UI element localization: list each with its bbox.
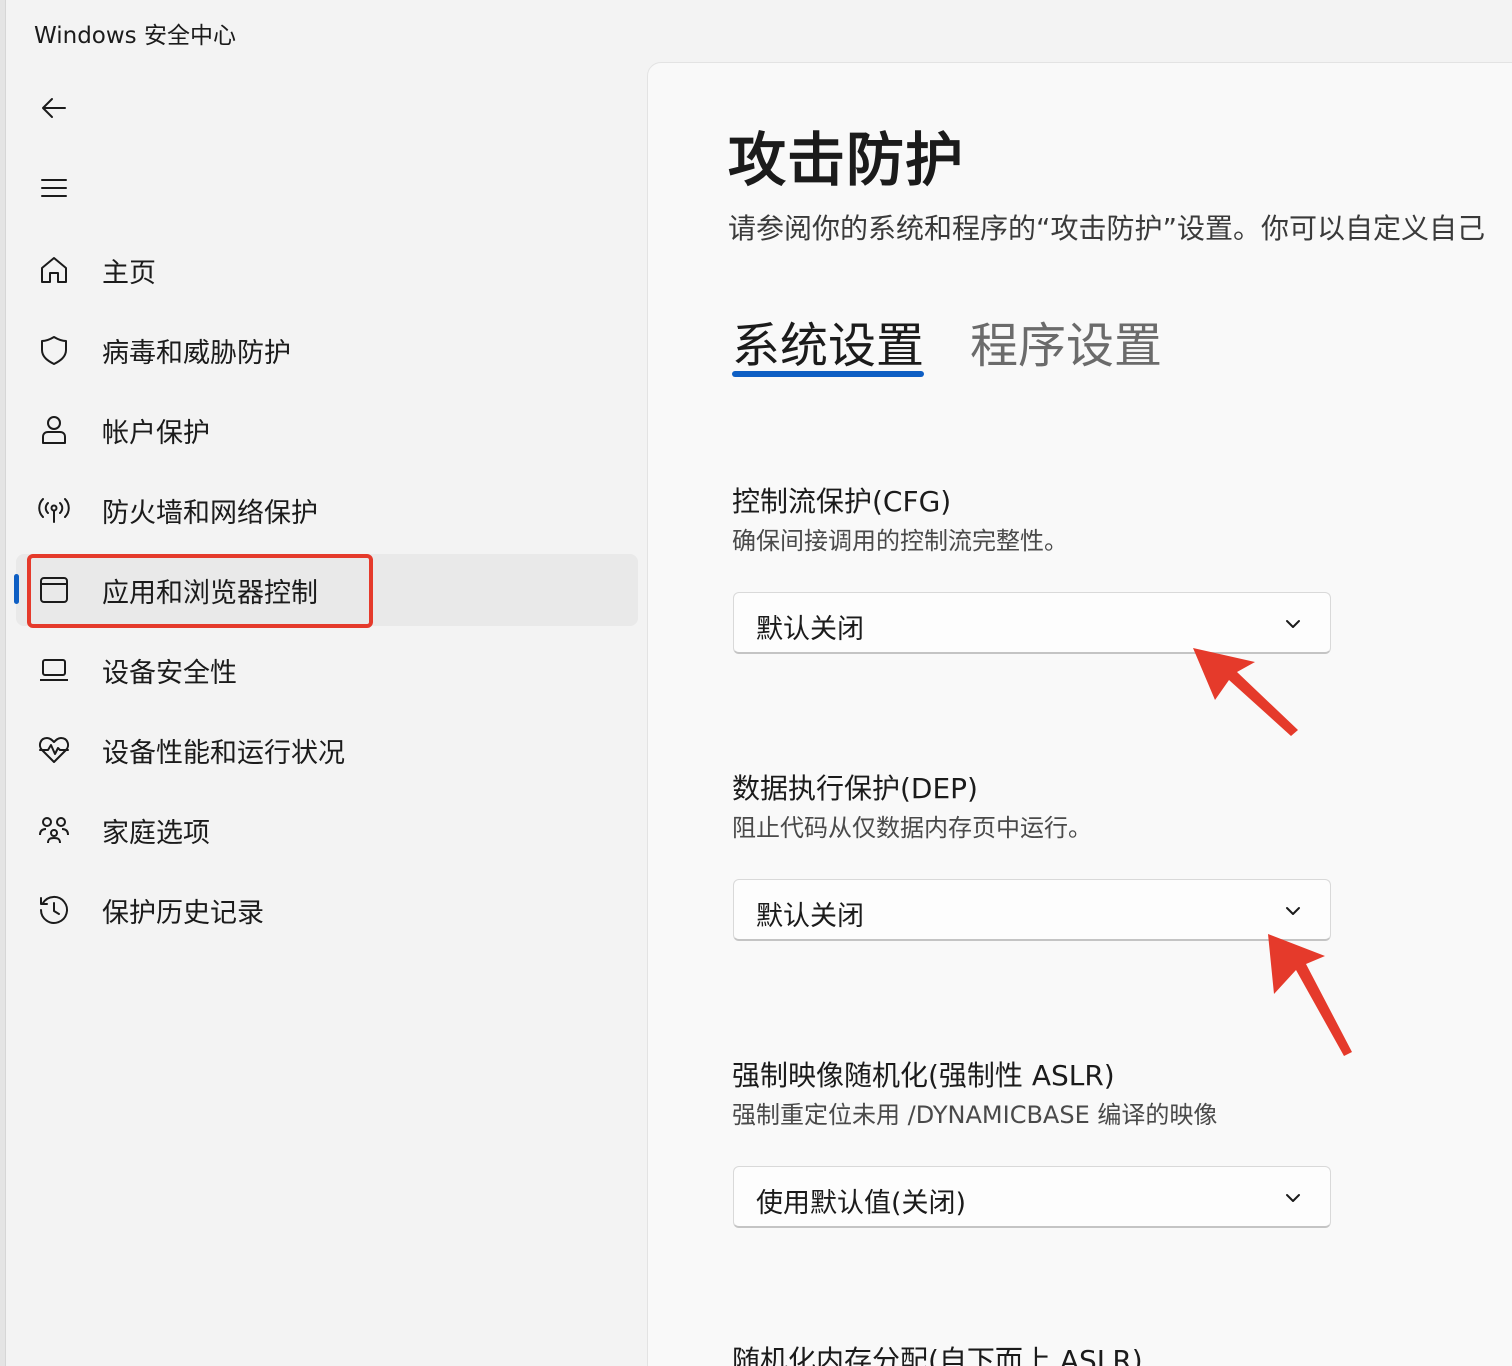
main-content-panel: 攻击防护 请参阅你的系统和程序的“攻击防护”设置。你可以自定义自己 系统设置 程… xyxy=(647,62,1512,1366)
sidebar-item-home[interactable]: 主页 xyxy=(16,234,638,306)
sidebar-item-device-security[interactable]: 设备安全性 xyxy=(16,634,638,706)
home-icon xyxy=(36,252,72,288)
back-button[interactable] xyxy=(34,88,74,128)
sidebar-item-label: 主页 xyxy=(102,257,156,289)
setting-description-cfg: 确保间接调用的控制流完整性。 xyxy=(732,527,1068,555)
sidebar-item-account-protection[interactable]: 帐户保护 xyxy=(16,394,638,466)
setting-title-cfg: 控制流保护(CFG) xyxy=(732,485,952,518)
sidebar-item-label: 家庭选项 xyxy=(102,817,210,849)
sidebar-item-protection-history[interactable]: 保护历史记录 xyxy=(16,874,638,946)
hamburger-menu-icon xyxy=(41,179,67,197)
dropdown-value: 使用默认值(关闭) xyxy=(756,1188,967,1219)
dropdown-value: 默认关闭 xyxy=(756,901,864,932)
sidebar-item-label: 设备性能和运行状况 xyxy=(102,737,345,769)
family-icon xyxy=(36,812,72,848)
tab-system-settings[interactable]: 系统设置 xyxy=(732,306,924,376)
setting-title-dep: 数据执行保护(DEP) xyxy=(732,772,978,805)
heart-pulse-icon xyxy=(36,732,72,768)
app-title: Windows 安全中心 xyxy=(34,23,236,49)
chevron-down-icon xyxy=(1286,1194,1300,1202)
sidebar-item-label: 保护历史记录 xyxy=(102,897,264,929)
sidebar-item-label: 防火墙和网络保护 xyxy=(102,497,318,529)
dropdown-value: 默认关闭 xyxy=(756,614,864,645)
sidebar-item-label: 病毒和威胁防护 xyxy=(102,337,291,369)
page-title: 攻击防护 xyxy=(728,126,965,194)
chevron-down-icon xyxy=(1286,620,1300,628)
sidebar-item-family-options[interactable]: 家庭选项 xyxy=(16,794,638,866)
sidebar-item-virus-protection[interactable]: 病毒和威胁防护 xyxy=(16,314,638,386)
history-icon xyxy=(36,892,72,928)
page-description: 请参阅你的系统和程序的“攻击防护”设置。你可以自定义自己 xyxy=(728,212,1486,245)
window-left-edge xyxy=(0,0,6,1366)
back-arrow-icon xyxy=(42,98,66,118)
sidebar-item-firewall[interactable]: 防火墙和网络保护 xyxy=(16,474,638,546)
annotation-arrow-2 xyxy=(1268,934,1352,1056)
active-tab-underline xyxy=(732,371,924,377)
selection-indicator xyxy=(14,574,19,604)
setting-description-dep: 阻止代码从仅数据内存页中运行。 xyxy=(732,814,1092,842)
sidebar-item-label: 帐户保护 xyxy=(102,417,210,449)
laptop-icon xyxy=(36,652,72,688)
annotation-highlight-box xyxy=(27,554,373,628)
setting-title-mandatory-aslr: 强制映像随机化(强制性 ASLR) xyxy=(732,1059,1115,1092)
dep-dropdown[interactable]: 默认关闭 xyxy=(733,879,1331,941)
tab-program-settings[interactable]: 程序设置 xyxy=(970,306,1162,376)
antenna-icon xyxy=(36,492,72,528)
menu-button[interactable] xyxy=(34,168,74,208)
shield-icon xyxy=(36,332,72,368)
setting-title-bottom-up-aslr: 随机化内存分配(自下而上 ASLR) xyxy=(732,1344,1143,1366)
setting-description-mandatory-aslr: 强制重定位未用 /DYNAMICBASE 编译的映像 xyxy=(732,1101,1218,1129)
sidebar-item-device-performance[interactable]: 设备性能和运行状况 xyxy=(16,714,638,786)
mandatory-aslr-dropdown[interactable]: 使用默认值(关闭) xyxy=(733,1166,1331,1228)
person-icon xyxy=(36,412,72,448)
chevron-down-icon xyxy=(1286,907,1300,915)
sidebar-item-label: 设备安全性 xyxy=(102,657,237,689)
annotation-arrow-1 xyxy=(1193,648,1298,736)
